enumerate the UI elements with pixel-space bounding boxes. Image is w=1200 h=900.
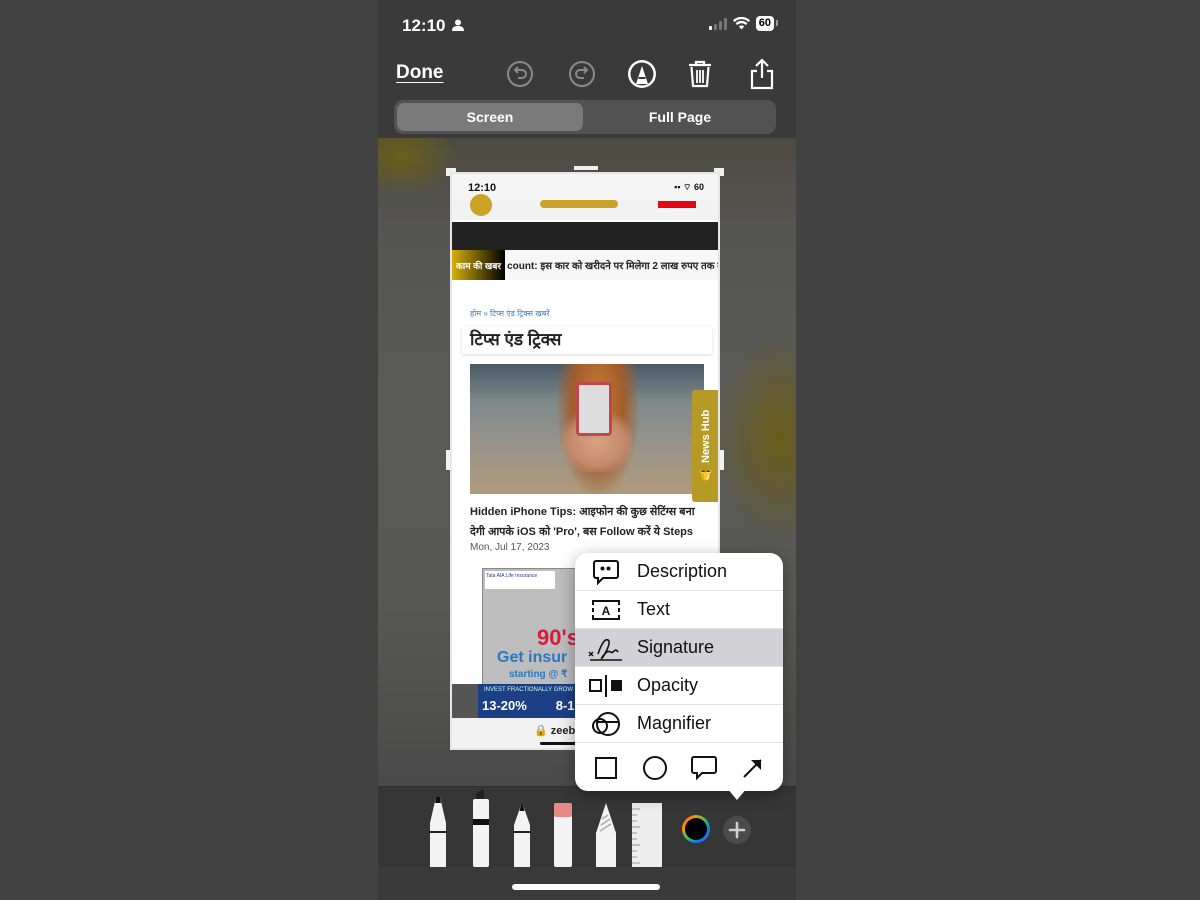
shape-row bbox=[575, 745, 783, 791]
menu-item-label: Opacity bbox=[637, 675, 699, 695]
redo-icon[interactable] bbox=[566, 58, 598, 90]
pencil-tool[interactable] bbox=[512, 805, 532, 867]
text-box-icon: A bbox=[592, 599, 620, 620]
menu-item-signature[interactable]: Signature bbox=[575, 629, 783, 667]
square-shape-icon bbox=[594, 757, 617, 779]
magnifier-icon bbox=[592, 711, 620, 736]
popup-menu-pointer bbox=[727, 788, 747, 800]
ad-brand: Tata AIA Life Insurance bbox=[485, 571, 555, 589]
square-shape-button[interactable] bbox=[586, 748, 626, 788]
screen-fullpage-segmented-control: Screen Full Page bbox=[394, 100, 776, 134]
article-image bbox=[470, 364, 704, 494]
signature-icon bbox=[588, 638, 622, 661]
preview-battery: ▪▪ ⌔ 60 bbox=[674, 182, 704, 192]
ad-headline-number: 90's bbox=[537, 625, 579, 650]
bell-icon: 🔔 bbox=[700, 468, 713, 483]
done-button[interactable]: Done bbox=[396, 62, 444, 84]
site-header-red-button bbox=[658, 201, 696, 208]
preview-status-bar: 12:10 ▪▪ ⌔ 60 bbox=[452, 174, 718, 200]
ad-subline: starting @ ₹ bbox=[509, 669, 568, 680]
speech-bubble-shape-button[interactable] bbox=[684, 748, 724, 788]
section-title: टिप्स एंड ट्रिक्स bbox=[462, 326, 712, 354]
trash-icon[interactable] bbox=[684, 58, 716, 90]
wifi-icon bbox=[732, 17, 750, 30]
background-blur bbox=[716, 338, 796, 538]
speech-bubble-shape-icon bbox=[690, 756, 717, 781]
eraser-tool[interactable] bbox=[554, 803, 572, 867]
pen-tool[interactable] bbox=[428, 795, 448, 867]
crop-handle-top[interactable] bbox=[574, 166, 598, 170]
opacity-icon bbox=[589, 674, 622, 697]
share-icon[interactable] bbox=[746, 58, 778, 90]
arrow-shape-button[interactable] bbox=[733, 748, 773, 788]
ad-headline: Get insur bbox=[497, 649, 568, 666]
menu-item-opacity[interactable]: Opacity bbox=[575, 667, 783, 705]
news-hub-tab: 🔔 News Hub bbox=[692, 390, 718, 502]
markup-toolbar: Done bbox=[378, 52, 796, 96]
marker-tool[interactable] bbox=[470, 787, 492, 867]
battery-icon: 60 bbox=[755, 16, 779, 31]
menu-item-magnifier[interactable]: Magnifier bbox=[575, 705, 783, 743]
menu-item-label: Text bbox=[637, 599, 671, 619]
undo-icon[interactable] bbox=[504, 58, 536, 90]
news-ticker: काम की खबर count: इस कार को खरीदने पर मि… bbox=[452, 250, 718, 280]
preview-battery-value: 60 bbox=[693, 182, 704, 192]
site-logo bbox=[470, 194, 492, 216]
article-title: Hidden iPhone Tips: आइफोन की कुछ सेटिंग्… bbox=[470, 506, 695, 538]
ruler-tool[interactable] bbox=[632, 803, 662, 867]
status-bar: 12:10 60 bbox=[378, 0, 796, 50]
menu-item-label: Magnifier bbox=[637, 713, 712, 733]
status-time: 12:10 bbox=[402, 16, 446, 35]
lasso-tool[interactable] bbox=[596, 803, 616, 867]
menu-item-description[interactable]: Description bbox=[575, 553, 783, 591]
preview-time: 12:10 bbox=[468, 182, 497, 194]
menu-item-label: Description bbox=[637, 561, 728, 581]
article-date: Mon, Jul 17, 2023 bbox=[470, 542, 550, 553]
ticker-text: count: इस कार को खरीदने पर मिलेगा 2 लाख … bbox=[507, 261, 718, 272]
ticker-label: काम की खबर bbox=[452, 250, 506, 280]
tab-full-page[interactable]: Full Page bbox=[587, 103, 773, 131]
description-icon bbox=[593, 559, 619, 585]
home-indicator bbox=[512, 884, 660, 890]
preview-site-header bbox=[452, 194, 718, 220]
circle-shape-icon bbox=[642, 756, 667, 780]
invest-line: INVEST FRACTIONALLY GROW E bbox=[484, 687, 579, 693]
signal-icon bbox=[708, 17, 727, 30]
markup-pen-icon[interactable] bbox=[626, 58, 658, 90]
add-button[interactable] bbox=[722, 815, 752, 845]
person-icon bbox=[452, 19, 464, 31]
crop-handle-right[interactable] bbox=[720, 450, 724, 470]
news-hub-label: News Hub bbox=[700, 409, 712, 463]
circle-shape-button[interactable] bbox=[635, 748, 675, 788]
invest-rate-1: 13-20% bbox=[482, 698, 527, 713]
markup-popup-menu: Description A Text Signature Opacity Mag… bbox=[575, 553, 783, 791]
site-header-pill bbox=[540, 200, 618, 208]
menu-item-label: Signature bbox=[637, 637, 715, 657]
breadcrumb: होम » टिप्स एंड ट्रिक्स खबरें bbox=[470, 309, 550, 318]
menu-item-text[interactable]: A Text bbox=[575, 591, 783, 629]
svg-text:A: A bbox=[602, 604, 611, 618]
invest-rate-2: 8-1 bbox=[555, 698, 575, 713]
arrow-shape-icon bbox=[742, 759, 762, 778]
color-picker[interactable] bbox=[680, 813, 712, 845]
invest-rate: 13-20% 8-1 bbox=[482, 698, 575, 713]
tab-screen[interactable]: Screen bbox=[397, 103, 583, 131]
site-nav-bar bbox=[452, 222, 718, 250]
